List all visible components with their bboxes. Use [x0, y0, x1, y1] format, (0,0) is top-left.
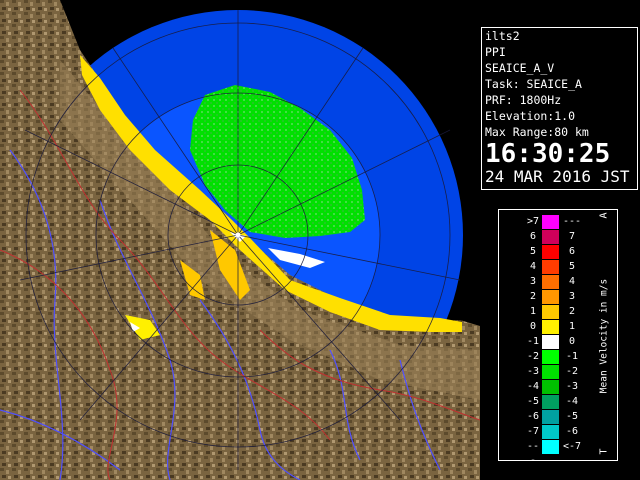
legend-right-value: -3: [565, 381, 579, 392]
legend-color-swatch: [542, 320, 559, 335]
legend-color-swatch: [542, 230, 559, 245]
legend-color-swatch: [542, 305, 559, 320]
site-name: ilts2: [485, 29, 520, 43]
legend-bottom-mark: T: [598, 448, 610, 455]
legend-color-swatch: [542, 425, 559, 440]
legend-right-value: 7: [568, 231, 576, 242]
legend-color-swatch: [542, 290, 559, 305]
legend-right-value: 6: [568, 246, 576, 257]
legend-color-swatch: [542, 395, 559, 410]
elevation-value: Elevation:1.0: [485, 109, 576, 123]
legend-color-swatch: [542, 440, 559, 455]
legend-color-swatch: [542, 260, 559, 275]
legend-right-value: 3: [568, 291, 576, 302]
legend-right-value: ---: [562, 216, 582, 227]
legend-top-mark: A: [598, 212, 610, 219]
legend-unit-label: Mean Velocity in m/s: [598, 278, 610, 394]
prf-value: PRF: 1800Hz: [485, 93, 562, 107]
legend-color-swatch: [542, 215, 559, 230]
legend-left-value: -6: [526, 411, 540, 422]
legend-right-value: -4: [565, 396, 579, 407]
legend-left-value: -2: [526, 351, 540, 362]
legend-right-value: 2: [568, 306, 576, 317]
legend-color-swatch: [542, 365, 559, 380]
legend-color-swatch: [542, 380, 559, 395]
radar-info-panel: ilts2 PPI SEAICE_A_V Task: SEAICE_A PRF:…: [481, 27, 638, 190]
legend-right-value: 4: [568, 276, 576, 287]
legend-left-value: 4: [529, 261, 537, 272]
legend-left-value: 3: [529, 276, 537, 287]
legend-left-value: 6: [529, 231, 537, 242]
legend-left-value: -5: [526, 396, 540, 407]
legend-color-swatch: [542, 410, 559, 425]
max-range-value: Max Range:80 km: [485, 125, 589, 139]
legend-color-swatch: [542, 350, 559, 365]
legend-right-value: -1: [565, 351, 579, 362]
legend-right-value: <-7: [562, 441, 582, 452]
legend-left-value: ---: [526, 441, 540, 466]
legend-right-value: 1: [568, 321, 576, 332]
legend-color-swatch: [542, 335, 559, 350]
legend-left-value: -3: [526, 366, 540, 377]
velocity-legend: >7 --- 6 7 5 6 4 5 3 4 2 3 1 2 0 1 -1 0 -2 -1 -3 -2 -4 -3 -5 -4 -6…: [498, 209, 618, 466]
legend-right-value: -5: [565, 411, 579, 422]
scan-time: 16:30:25: [485, 139, 611, 169]
radar-site-marker: [235, 232, 241, 238]
legend-left-value: -7: [526, 426, 540, 437]
legend-left-value: 0: [529, 321, 537, 332]
legend-color-swatch: [542, 275, 559, 290]
legend-right-value: 0: [568, 336, 576, 347]
legend-right-value: -2: [565, 366, 579, 377]
legend-left-value: -1: [526, 336, 540, 347]
legend-left-value: 2: [529, 291, 537, 302]
task-name: SEAICE_A_V: [485, 61, 555, 75]
legend-right-value: -6: [565, 426, 579, 437]
scan-date: 24 MAR 2016 JST: [485, 167, 630, 186]
legend-right-value: 5: [568, 261, 576, 272]
legend-left-value: -4: [526, 381, 540, 392]
radar-map: [0, 0, 480, 480]
product-type: PPI: [485, 45, 506, 59]
legend-left-value: 1: [529, 306, 537, 317]
legend-left-value: 5: [529, 246, 537, 257]
legend-color-swatch: [542, 245, 559, 260]
legend-left-value: >7: [526, 216, 540, 227]
task-label: Task: SEAICE_A: [485, 77, 582, 91]
